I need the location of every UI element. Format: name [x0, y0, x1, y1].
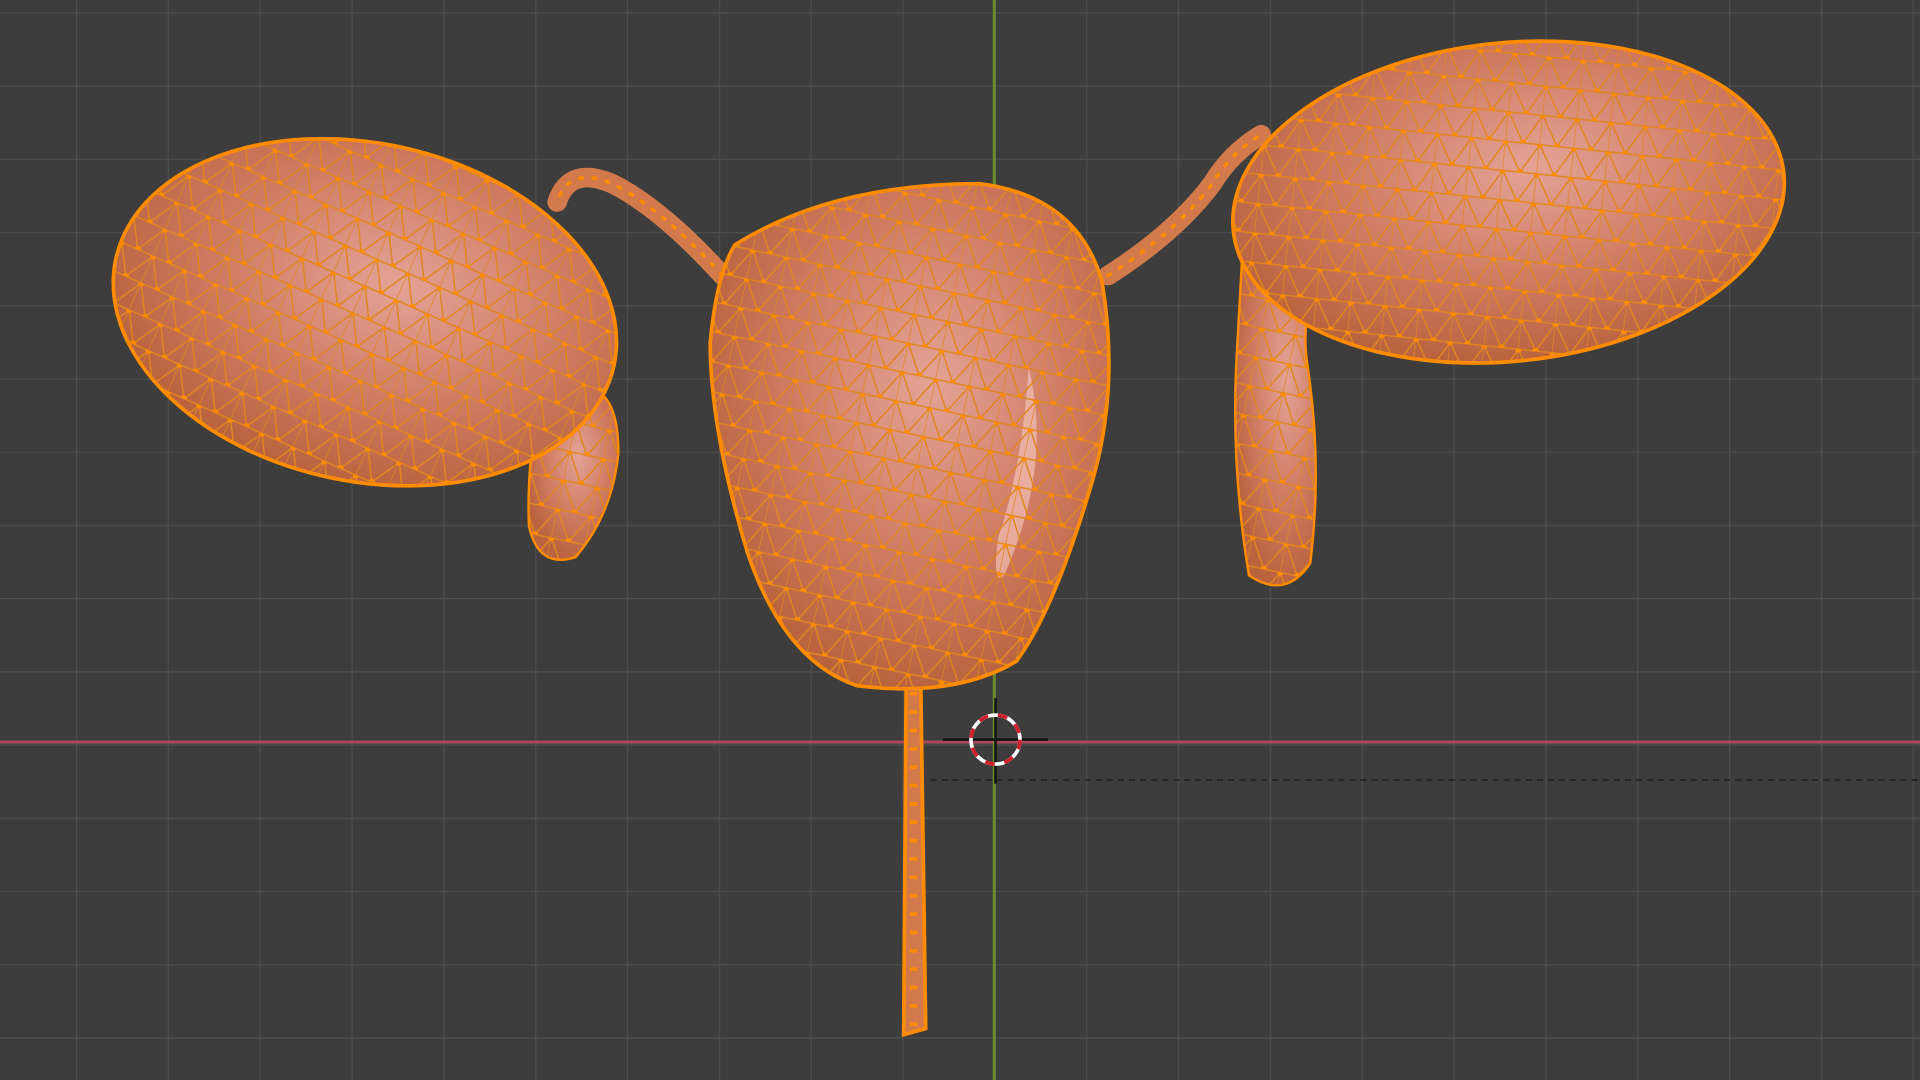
viewport-canvas[interactable] [0, 0, 1920, 1080]
cervix-stem[interactable] [901, 683, 928, 1038]
3d-viewport[interactable] [0, 0, 1920, 1080]
